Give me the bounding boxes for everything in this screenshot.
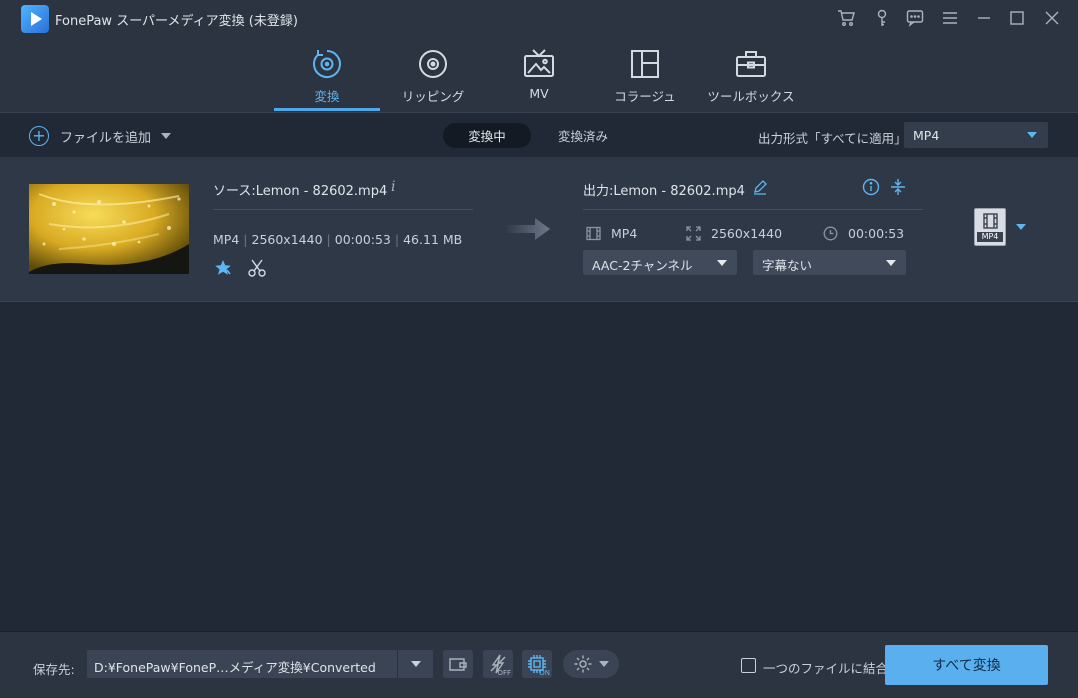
clock-icon bbox=[823, 226, 838, 241]
format-profile-button[interactable]: MP4 bbox=[974, 208, 1006, 246]
convert-all-button[interactable]: すべて変換 bbox=[885, 645, 1048, 685]
hardware-accel-button[interactable]: ON bbox=[522, 650, 552, 678]
tv-icon bbox=[523, 48, 555, 80]
divider bbox=[397, 650, 398, 678]
speed-toggle-button[interactable]: OFF bbox=[483, 650, 513, 678]
collage-icon bbox=[629, 48, 661, 80]
source-format: MP4 bbox=[213, 232, 240, 247]
info-icon[interactable]: i bbox=[391, 179, 395, 195]
edit-icon[interactable] bbox=[752, 179, 768, 195]
chevron-down-icon[interactable] bbox=[411, 661, 421, 667]
add-file-dropdown-icon[interactable] bbox=[161, 133, 172, 139]
source-resolution: 2560x1440 bbox=[251, 232, 323, 247]
audio-track-select[interactable]: AAC-2チャンネル bbox=[583, 250, 737, 275]
merge-checkbox[interactable] bbox=[741, 658, 756, 673]
key-icon[interactable] bbox=[870, 6, 894, 30]
chevron-down-icon bbox=[599, 661, 609, 667]
add-file-button[interactable]: + ファイルを追加 bbox=[29, 125, 172, 147]
output-format-select[interactable]: MP4 bbox=[904, 122, 1048, 148]
film-icon bbox=[586, 226, 601, 241]
settings-button[interactable] bbox=[563, 650, 619, 678]
gear-icon bbox=[574, 655, 592, 673]
film-icon bbox=[983, 213, 998, 229]
save-path-select[interactable]: D:¥FonePaw¥FoneP…メディア変換¥Converted bbox=[87, 650, 433, 678]
output-info-icon[interactable] bbox=[862, 178, 880, 196]
tab-toolbox[interactable]: ツールボックス bbox=[698, 44, 804, 110]
chevron-down-icon bbox=[1027, 132, 1037, 138]
chevron-down-icon bbox=[717, 260, 727, 266]
speed-state: OFF bbox=[497, 669, 511, 677]
scissors-icon[interactable] bbox=[247, 258, 267, 278]
arrow-right-icon bbox=[505, 215, 551, 243]
output-format: MP4 bbox=[586, 226, 637, 241]
menu-icon[interactable] bbox=[938, 6, 962, 30]
open-folder-button[interactable] bbox=[443, 650, 473, 678]
output-file-name: 出力:Lemon - 82602.mp4 bbox=[583, 184, 745, 199]
subtitle-select[interactable]: 字幕ない bbox=[753, 250, 906, 275]
tab-ripping-label: リッピング bbox=[401, 89, 465, 104]
tab-collage[interactable]: コラージュ bbox=[592, 44, 698, 110]
compress-icon[interactable] bbox=[889, 178, 907, 196]
bottom-bar: 保存先: D:¥FonePaw¥FoneP…メディア変換¥Converted O… bbox=[0, 631, 1078, 698]
app-logo-icon bbox=[21, 5, 49, 33]
minimize-icon[interactable] bbox=[972, 6, 996, 30]
format-badge-label: MP4 bbox=[977, 232, 1003, 242]
title-bar: FonePaw スーパーメディア変換 (未登録) 変換 リッピング MV コラー… bbox=[0, 0, 1078, 112]
hw-state: ON bbox=[539, 669, 550, 677]
save-path-value: D:¥FonePaw¥FoneP…メディア変換¥Converted bbox=[94, 660, 376, 675]
add-file-label: ファイルを追加 bbox=[60, 130, 152, 146]
merge-label[interactable]: 一つのファイルに結合 bbox=[763, 658, 888, 677]
output-resolution-value: 2560x1440 bbox=[711, 226, 783, 241]
resolution-icon bbox=[686, 226, 701, 241]
output-format-value: MP4 bbox=[913, 128, 940, 143]
feedback-icon[interactable] bbox=[903, 6, 927, 30]
output-format-label: 出力形式「すべてに適用」: bbox=[758, 131, 911, 146]
divider bbox=[213, 209, 473, 210]
source-size: 46.11 MB bbox=[403, 232, 463, 247]
video-thumbnail[interactable] bbox=[29, 184, 189, 274]
convert-icon bbox=[311, 48, 343, 80]
audio-track-value: AAC-2チャンネル bbox=[592, 258, 693, 273]
cart-icon[interactable] bbox=[834, 6, 858, 30]
source-duration: 00:00:53 bbox=[334, 232, 391, 247]
file-item[interactable]: ソース:Lemon - 82602.mp4 i MP4 | 2560x1440 | … bbox=[0, 157, 1078, 302]
effect-star-icon[interactable] bbox=[213, 258, 233, 278]
save-location-label: 保存先: bbox=[33, 662, 75, 677]
divider bbox=[583, 209, 923, 210]
output-duration-value: 00:00:53 bbox=[848, 226, 905, 241]
add-icon: + bbox=[29, 126, 49, 146]
output-duration: 00:00:53 bbox=[823, 226, 904, 241]
tab-mv[interactable]: MV bbox=[486, 44, 592, 110]
tab-convert[interactable]: 変換 bbox=[274, 44, 380, 110]
disc-icon bbox=[417, 48, 449, 80]
segment-converted[interactable]: 変換済み bbox=[545, 123, 621, 148]
tab-toolbox-label: ツールボックス bbox=[707, 89, 795, 104]
source-file-name: ソース:Lemon - 82602.mp4 bbox=[213, 184, 388, 199]
app-title: FonePaw スーパーメディア変換 (未登録) bbox=[55, 14, 298, 29]
tab-collage-label: コラージュ bbox=[614, 89, 676, 104]
format-dropdown-icon[interactable] bbox=[1016, 224, 1026, 230]
output-resolution: 2560x1440 bbox=[686, 226, 782, 241]
folder-icon bbox=[449, 658, 467, 671]
output-format-value: MP4 bbox=[611, 226, 638, 241]
tab-mv-label: MV bbox=[529, 86, 549, 101]
subtitle-value: 字幕ない bbox=[762, 258, 813, 273]
chevron-down-icon bbox=[886, 260, 896, 266]
toolbox-icon bbox=[735, 48, 767, 80]
segment-converting[interactable]: 変換中 bbox=[443, 123, 531, 148]
tab-ripping[interactable]: リッピング bbox=[380, 44, 486, 110]
source-metadata: MP4 | 2560x1440 | 00:00:53 | 46.11 MB bbox=[213, 232, 463, 247]
active-tab-indicator bbox=[274, 108, 380, 111]
tab-convert-label: 変換 bbox=[314, 89, 340, 104]
close-icon[interactable] bbox=[1040, 6, 1064, 30]
toolbar: + ファイルを追加 変換中 変換済み 出力形式「すべてに適用」: MP4 bbox=[0, 112, 1078, 156]
maximize-icon[interactable] bbox=[1005, 6, 1029, 30]
